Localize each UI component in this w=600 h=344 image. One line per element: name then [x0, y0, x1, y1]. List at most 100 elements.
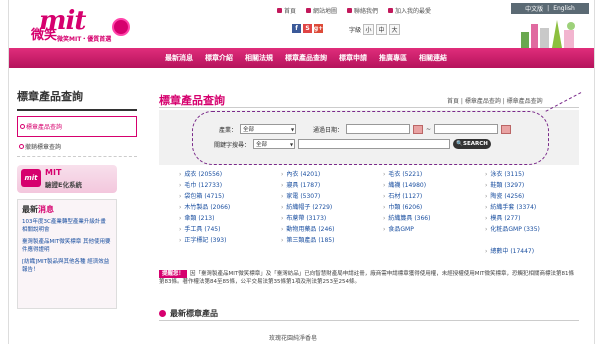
top-links: 首頁 網站地圖 聯絡我們 加入我的最愛 [277, 6, 431, 15]
nav-intro[interactable]: 標章介紹 [199, 53, 239, 63]
category-link[interactable]: 動物用藥品 (246) [281, 225, 383, 234]
logo-cjk: 微笑 [31, 28, 58, 43]
category-link[interactable]: 織襪 (14980) [383, 181, 485, 190]
lang-zh[interactable]: 中文版 [525, 4, 543, 13]
latest-products-heading: 最新標章產品 [159, 308, 218, 319]
calendar-icon[interactable] [501, 124, 512, 134]
facebook-icon[interactable]: f [292, 24, 301, 33]
latest-divider [159, 320, 579, 321]
search-button[interactable]: 🔍 SEARCH [453, 139, 492, 149]
calendar-icon[interactable] [413, 124, 424, 134]
category-link[interactable]: 手工具 (745) [179, 225, 281, 234]
keyword-label: 關鍵字搜尋： [214, 141, 251, 149]
category-link[interactable]: 袋包箱 (4715) [179, 192, 281, 201]
news-title: 最新消息 [22, 205, 54, 214]
notice-tag: 提醒您！ [159, 270, 188, 278]
category-link[interactable]: 毛巾 (12733) [179, 181, 281, 190]
home-icon [277, 8, 282, 13]
category-link[interactable]: 成衣 (20556) [179, 170, 281, 179]
industry-select[interactable]: 全部 [240, 124, 297, 134]
notice-text: 因「臺灣製產品MIT微笑標章」及「臺灣紡品」已向智慧財產局申請註冊，廠商需申請標… [159, 271, 574, 285]
category-link[interactable]: 化粧品GMP (335) [485, 225, 587, 234]
sidebar-title: 標章產品查詢 [17, 88, 137, 111]
category-link[interactable]: 石材 (1127) [383, 192, 485, 201]
lang-en[interactable]: English [553, 5, 575, 12]
category-link[interactable]: 食品GMP [383, 225, 485, 234]
top-link-favorite[interactable]: 加入我的最愛 [388, 6, 431, 15]
category-link[interactable]: 鞋類 (3297) [485, 181, 587, 190]
mit-logo-icon: mit [21, 169, 41, 187]
highlight-oval [192, 111, 549, 165]
nav-apply[interactable]: 標章申請 [333, 53, 373, 63]
latest-products-title: 最新標章產品 [170, 309, 218, 318]
category-link[interactable]: 紡織帽子 (2729) [281, 203, 383, 212]
logo-slogan: 微笑MIT・優質首選 [57, 36, 112, 43]
category-link[interactable]: 陶瓷 (4256) [485, 192, 587, 201]
page-frame: mit 微笑 微笑MIT・優質首選 首頁 網站地圖 聯絡我們 加入我的最愛 中文… [8, 0, 595, 344]
news-box: 最新消息 103年度3C產業轉型產業升級計畫 相關說明會 臺灣製產品MIT微笑標… [17, 199, 117, 309]
heart-icon [388, 8, 394, 13]
category-link[interactable]: 巾類 (6206) [383, 203, 485, 212]
nav-product-search[interactable]: 標章產品查詢 [279, 53, 333, 63]
category-link[interactable]: 第三類產品 (185) [281, 236, 383, 245]
nav-regulations[interactable]: 相關法規 [239, 53, 279, 63]
search-icon: 🔍 [456, 141, 464, 147]
top-link-sitemap[interactable]: 網站地圖 [306, 6, 337, 15]
category-link[interactable]: 泳衣 (3115) [485, 170, 587, 179]
font-size-control: 字級 小 中 大 [349, 24, 401, 35]
category-link[interactable]: 傘類 (213) [179, 214, 281, 223]
sidebar: 標章產品查詢 標章產品查詢 撤銷標章查詢 mit MIT 驗證E化系統 最新消息… [17, 88, 137, 309]
keyword-scope-select[interactable]: 全部 [253, 139, 296, 149]
date-to-input[interactable] [434, 124, 499, 134]
keyword-input[interactable] [298, 139, 451, 149]
top-link-home[interactable]: 首頁 [277, 6, 296, 15]
date-range-separator: ~ [426, 125, 432, 133]
category-list: 成衣 (20556)內衣 (4201)毛衣 (5221)泳衣 (3115) 毛巾 … [179, 170, 589, 256]
nav-links[interactable]: 相關連結 [413, 53, 453, 63]
nav-news[interactable]: 最新消息 [159, 53, 199, 63]
main-nav: 最新消息 標章介紹 相關法規 標章產品查詢 標章申請 推廣專區 相關連結 [159, 48, 453, 68]
date-from-input[interactable] [346, 124, 411, 134]
trademark-notice: 提醒您！ 因「臺灣製產品MIT微笑標章」及「臺灣紡品」已向智慧財產局申請註冊，廠商… [159, 270, 579, 290]
category-link[interactable]: 木竹製品 (2066) [179, 203, 281, 212]
category-link[interactable]: 寢具 (1787) [281, 181, 383, 190]
mit-system-banner[interactable]: mit MIT 驗證E化系統 [17, 165, 117, 193]
plurk-icon[interactable]: S [303, 24, 312, 33]
nav-promotion[interactable]: 推廣專區 [373, 53, 413, 63]
font-large-button[interactable]: 大 [389, 24, 401, 35]
social-share: f S g+ [292, 24, 323, 33]
category-link[interactable]: 布蓆帶 (3173) [281, 214, 383, 223]
news-item[interactable]: 臺灣製產品MIT微笑標章 其他使用要件應得證明 [22, 238, 112, 254]
skyline-illustration [521, 20, 575, 48]
news-item[interactable]: [紡織]MIT製品與其他各種 經濟效益報告！ [22, 258, 112, 274]
font-small-button[interactable]: 小 [363, 24, 375, 35]
category-link[interactable]: 模具 (277) [485, 214, 587, 223]
taiwan-badge-icon [112, 18, 130, 36]
banner-line-1: MIT [45, 168, 62, 177]
news-item[interactable]: 103年度3C產業轉型產業升級計畫 相關說明會 [22, 218, 112, 234]
lang-separator: | [547, 5, 550, 12]
category-link[interactable]: 紡織手套 (3374) [485, 203, 587, 212]
category-link[interactable]: 毛衣 (5221) [383, 170, 485, 179]
sidebar-item-revoked-search[interactable]: 撤銷標章查詢 [17, 137, 137, 157]
top-link-contact[interactable]: 聯絡我們 [347, 6, 378, 15]
language-switch: 中文版 | English [511, 3, 589, 14]
sidebar-item-product-search[interactable]: 標章產品查詢 [17, 116, 137, 137]
category-link[interactable]: 家電 (5307) [281, 192, 383, 201]
category-link[interactable]: 內衣 (4201) [281, 170, 383, 179]
category-link[interactable]: 正字標記 (393) [179, 236, 281, 245]
google-plus-icon[interactable]: g+ [314, 24, 323, 33]
search-row-1: 產業： 全部 通過日期： ~ [219, 124, 512, 134]
category-link[interactable]: 紡織簾具 (366) [383, 214, 485, 223]
page-title: 標章產品查詢 [159, 94, 225, 107]
bullet-icon [159, 310, 166, 317]
date-label: 通過日期： [313, 126, 344, 134]
search-row-2: 關鍵字搜尋： 全部 🔍SEARCH [214, 139, 492, 149]
breadcrumb[interactable]: 首頁 | 標章產品查詢 | 標章產品查詢 [447, 96, 543, 105]
banner-line-2: 驗證E化系統 [45, 181, 82, 189]
font-medium-button[interactable]: 中 [376, 24, 388, 35]
title-divider [159, 107, 579, 108]
font-size-label: 字級 [349, 27, 362, 34]
latest-product-item[interactable]: 玫瑰花園純淨香皂 [269, 333, 317, 342]
category-link[interactable]: 總數中 (17447) [485, 247, 587, 256]
